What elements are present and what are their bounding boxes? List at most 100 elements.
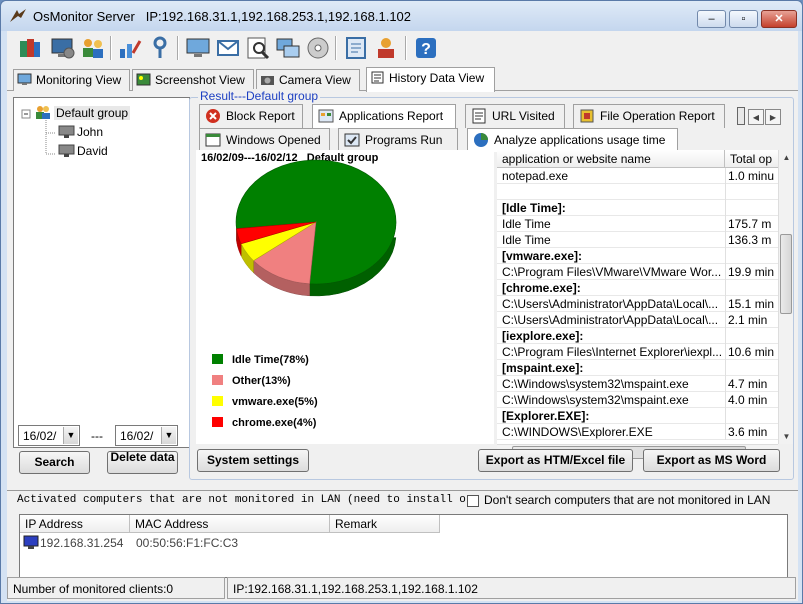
- monitor-settings-icon[interactable]: [50, 35, 76, 61]
- title-bar[interactable]: OsMonitor Server IP:192.168.31.1,192.168…: [1, 1, 802, 31]
- app-name-cell: [chrome.exe]:: [502, 281, 581, 295]
- cell-divider: [725, 184, 726, 200]
- scroll-down-icon[interactable]: ▼: [779, 429, 794, 444]
- chart-tools-icon[interactable]: [117, 35, 143, 61]
- delete-data-button[interactable]: Delete data: [107, 451, 178, 474]
- tab-label: Block Report: [226, 109, 295, 123]
- tab-analyze-usage-time[interactable]: Analyze applications usage time: [467, 128, 678, 152]
- tab-scroll-left-button[interactable]: ◀: [748, 109, 764, 125]
- table-row[interactable]: C:\Users\Administrator\AppData\Local\...…: [497, 312, 778, 328]
- export-htm-excel-button[interactable]: Export as HTM/Excel file: [478, 449, 633, 472]
- tab-label: Screenshot View: [155, 73, 245, 87]
- close-button[interactable]: ✕: [761, 10, 797, 28]
- screen-icon[interactable]: [185, 35, 211, 61]
- app-name-cell: C:\Windows\system32\mspaint.exe: [502, 377, 689, 391]
- user-profile-icon[interactable]: [373, 35, 399, 61]
- users-icon[interactable]: [80, 35, 106, 61]
- group-tree[interactable]: Default group John David: [13, 97, 190, 448]
- tree-item-user[interactable]: John: [77, 125, 103, 139]
- tree-item-default-group[interactable]: Default group: [54, 106, 131, 120]
- computer-icon: [23, 535, 39, 549]
- table-row[interactable]: C:\WINDOWS\Explorer.EXE 3.6 min: [497, 424, 778, 440]
- table-row[interactable]: C:\Windows\system32\mspaint.exe 4.0 min: [497, 392, 778, 408]
- usage-table[interactable]: application or website name Total op not…: [497, 150, 778, 444]
- tab-programs-run[interactable]: Programs Run: [338, 128, 458, 152]
- table-row[interactable]: [vmware.exe]:: [497, 248, 778, 264]
- cell-divider: [725, 424, 726, 440]
- table-row[interactable]: [mspaint.exe]:: [497, 360, 778, 376]
- table-row[interactable]: [iexplore.exe]:: [497, 328, 778, 344]
- key-icon[interactable]: [147, 35, 173, 61]
- tab-applications-report[interactable]: Applications Report: [312, 104, 456, 128]
- total-time-cell: 1.0 minu: [728, 169, 775, 183]
- client-area: ? Monitoring View Screenshot View Camera…: [7, 31, 798, 601]
- scroll-thumb[interactable]: [780, 234, 792, 314]
- tree-item-user[interactable]: David: [77, 144, 108, 158]
- tab-label: Programs Run: [365, 133, 443, 147]
- app-name-cell: [vmware.exe]:: [502, 249, 583, 263]
- tab-label: Camera View: [279, 73, 351, 87]
- table-row[interactable]: [497, 184, 778, 200]
- tab-url-visited[interactable]: URL Visited: [465, 104, 565, 128]
- monitoring-view-icon: [17, 73, 32, 85]
- column-header[interactable]: Total op: [725, 150, 778, 168]
- tree-connector-icon: [21, 109, 31, 119]
- legend-label: vmware.exe(5%): [232, 396, 318, 408]
- column-header[interactable]: MAC Address: [130, 515, 330, 533]
- tab-scroll-right-button[interactable]: ▶: [765, 109, 781, 125]
- mac-address-cell: 00:50:56:F1:FC:C3: [136, 536, 239, 550]
- help-icon[interactable]: ?: [413, 35, 439, 61]
- tab-label: Windows Opened: [226, 133, 321, 147]
- send-message-icon[interactable]: [215, 35, 241, 61]
- table-row[interactable]: C:\Program Files\Internet Explorer\iexpl…: [497, 344, 778, 360]
- tab-monitoring-view[interactable]: Monitoring View: [13, 69, 130, 91]
- books-icon[interactable]: [17, 35, 43, 61]
- scroll-up-icon[interactable]: ▲: [779, 150, 794, 165]
- tab-camera-view[interactable]: Camera View: [256, 69, 360, 91]
- export-ms-word-button[interactable]: Export as MS Word: [643, 449, 780, 472]
- status-bar: Number of monitored clients:0 IP:192.168…: [7, 576, 798, 600]
- dont-search-checkbox[interactable]: [467, 495, 479, 507]
- date-from-value: 16/02/: [23, 429, 57, 443]
- column-header[interactable]: IP Address: [20, 515, 130, 533]
- disc-icon[interactable]: [305, 35, 331, 61]
- find-icon[interactable]: [245, 35, 271, 61]
- tab-file-operation-report[interactable]: File Operation Report: [573, 104, 725, 128]
- list-item[interactable]: 192.168.31.254 00:50:56:F1:FC:C3: [20, 534, 787, 552]
- tab-windows-opened[interactable]: Windows Opened: [199, 128, 330, 152]
- windows-icon[interactable]: [275, 35, 301, 61]
- tab-history-data-view[interactable]: History Data View: [366, 67, 495, 92]
- total-time-cell: 10.6 min: [728, 345, 775, 359]
- table-row[interactable]: Idle Time 136.3 m: [497, 232, 778, 248]
- tab-block-report[interactable]: Block Report: [199, 104, 303, 128]
- window-icon: [205, 133, 221, 147]
- table-row[interactable]: [Idle Time]:: [497, 200, 778, 216]
- date-from-select[interactable]: 16/02/ ▼: [18, 425, 80, 446]
- history-data-icon: [371, 71, 384, 84]
- analyze-icon: [474, 133, 488, 147]
- tab-label: Monitoring View: [36, 73, 122, 87]
- table-row[interactable]: C:\Program Files\VMware\VMware Wor... 19.…: [497, 264, 778, 280]
- search-button[interactable]: Search: [19, 451, 90, 474]
- table-row[interactable]: [chrome.exe]:: [497, 280, 778, 296]
- column-header[interactable]: application or website name: [497, 150, 725, 168]
- log-icon[interactable]: [343, 35, 369, 61]
- table-row[interactable]: [Explorer.EXE]:: [497, 408, 778, 424]
- system-settings-button[interactable]: System settings: [197, 449, 309, 472]
- ip-address-cell: 192.168.31.254: [40, 536, 124, 550]
- file-op-icon: [580, 109, 594, 123]
- status-ip: IP:192.168.31.1,192.168.253.1,192.168.1.…: [227, 577, 796, 599]
- maximize-button[interactable]: ▫: [729, 10, 758, 28]
- unmonitored-list[interactable]: IP Address MAC Address Remark 192.168.31…: [19, 514, 788, 578]
- table-row[interactable]: C:\Users\Administrator\AppData\Local\...…: [497, 296, 778, 312]
- table-row[interactable]: notepad.exe 1.0 minu: [497, 168, 778, 184]
- date-to-select[interactable]: 16/02/ ▼: [115, 425, 178, 446]
- vertical-scrollbar[interactable]: ▲ ▼: [778, 150, 793, 444]
- app-name-cell: [mspaint.exe]:: [502, 361, 584, 375]
- minimize-button[interactable]: –: [697, 10, 726, 28]
- table-row[interactable]: C:\Windows\system32\mspaint.exe 4.7 min: [497, 376, 778, 392]
- table-row[interactable]: Idle Time 175.7 m: [497, 216, 778, 232]
- column-header[interactable]: Remark: [330, 515, 440, 533]
- tab-screenshot-view[interactable]: Screenshot View: [132, 69, 254, 91]
- total-time-cell: 19.9 min: [728, 265, 775, 279]
